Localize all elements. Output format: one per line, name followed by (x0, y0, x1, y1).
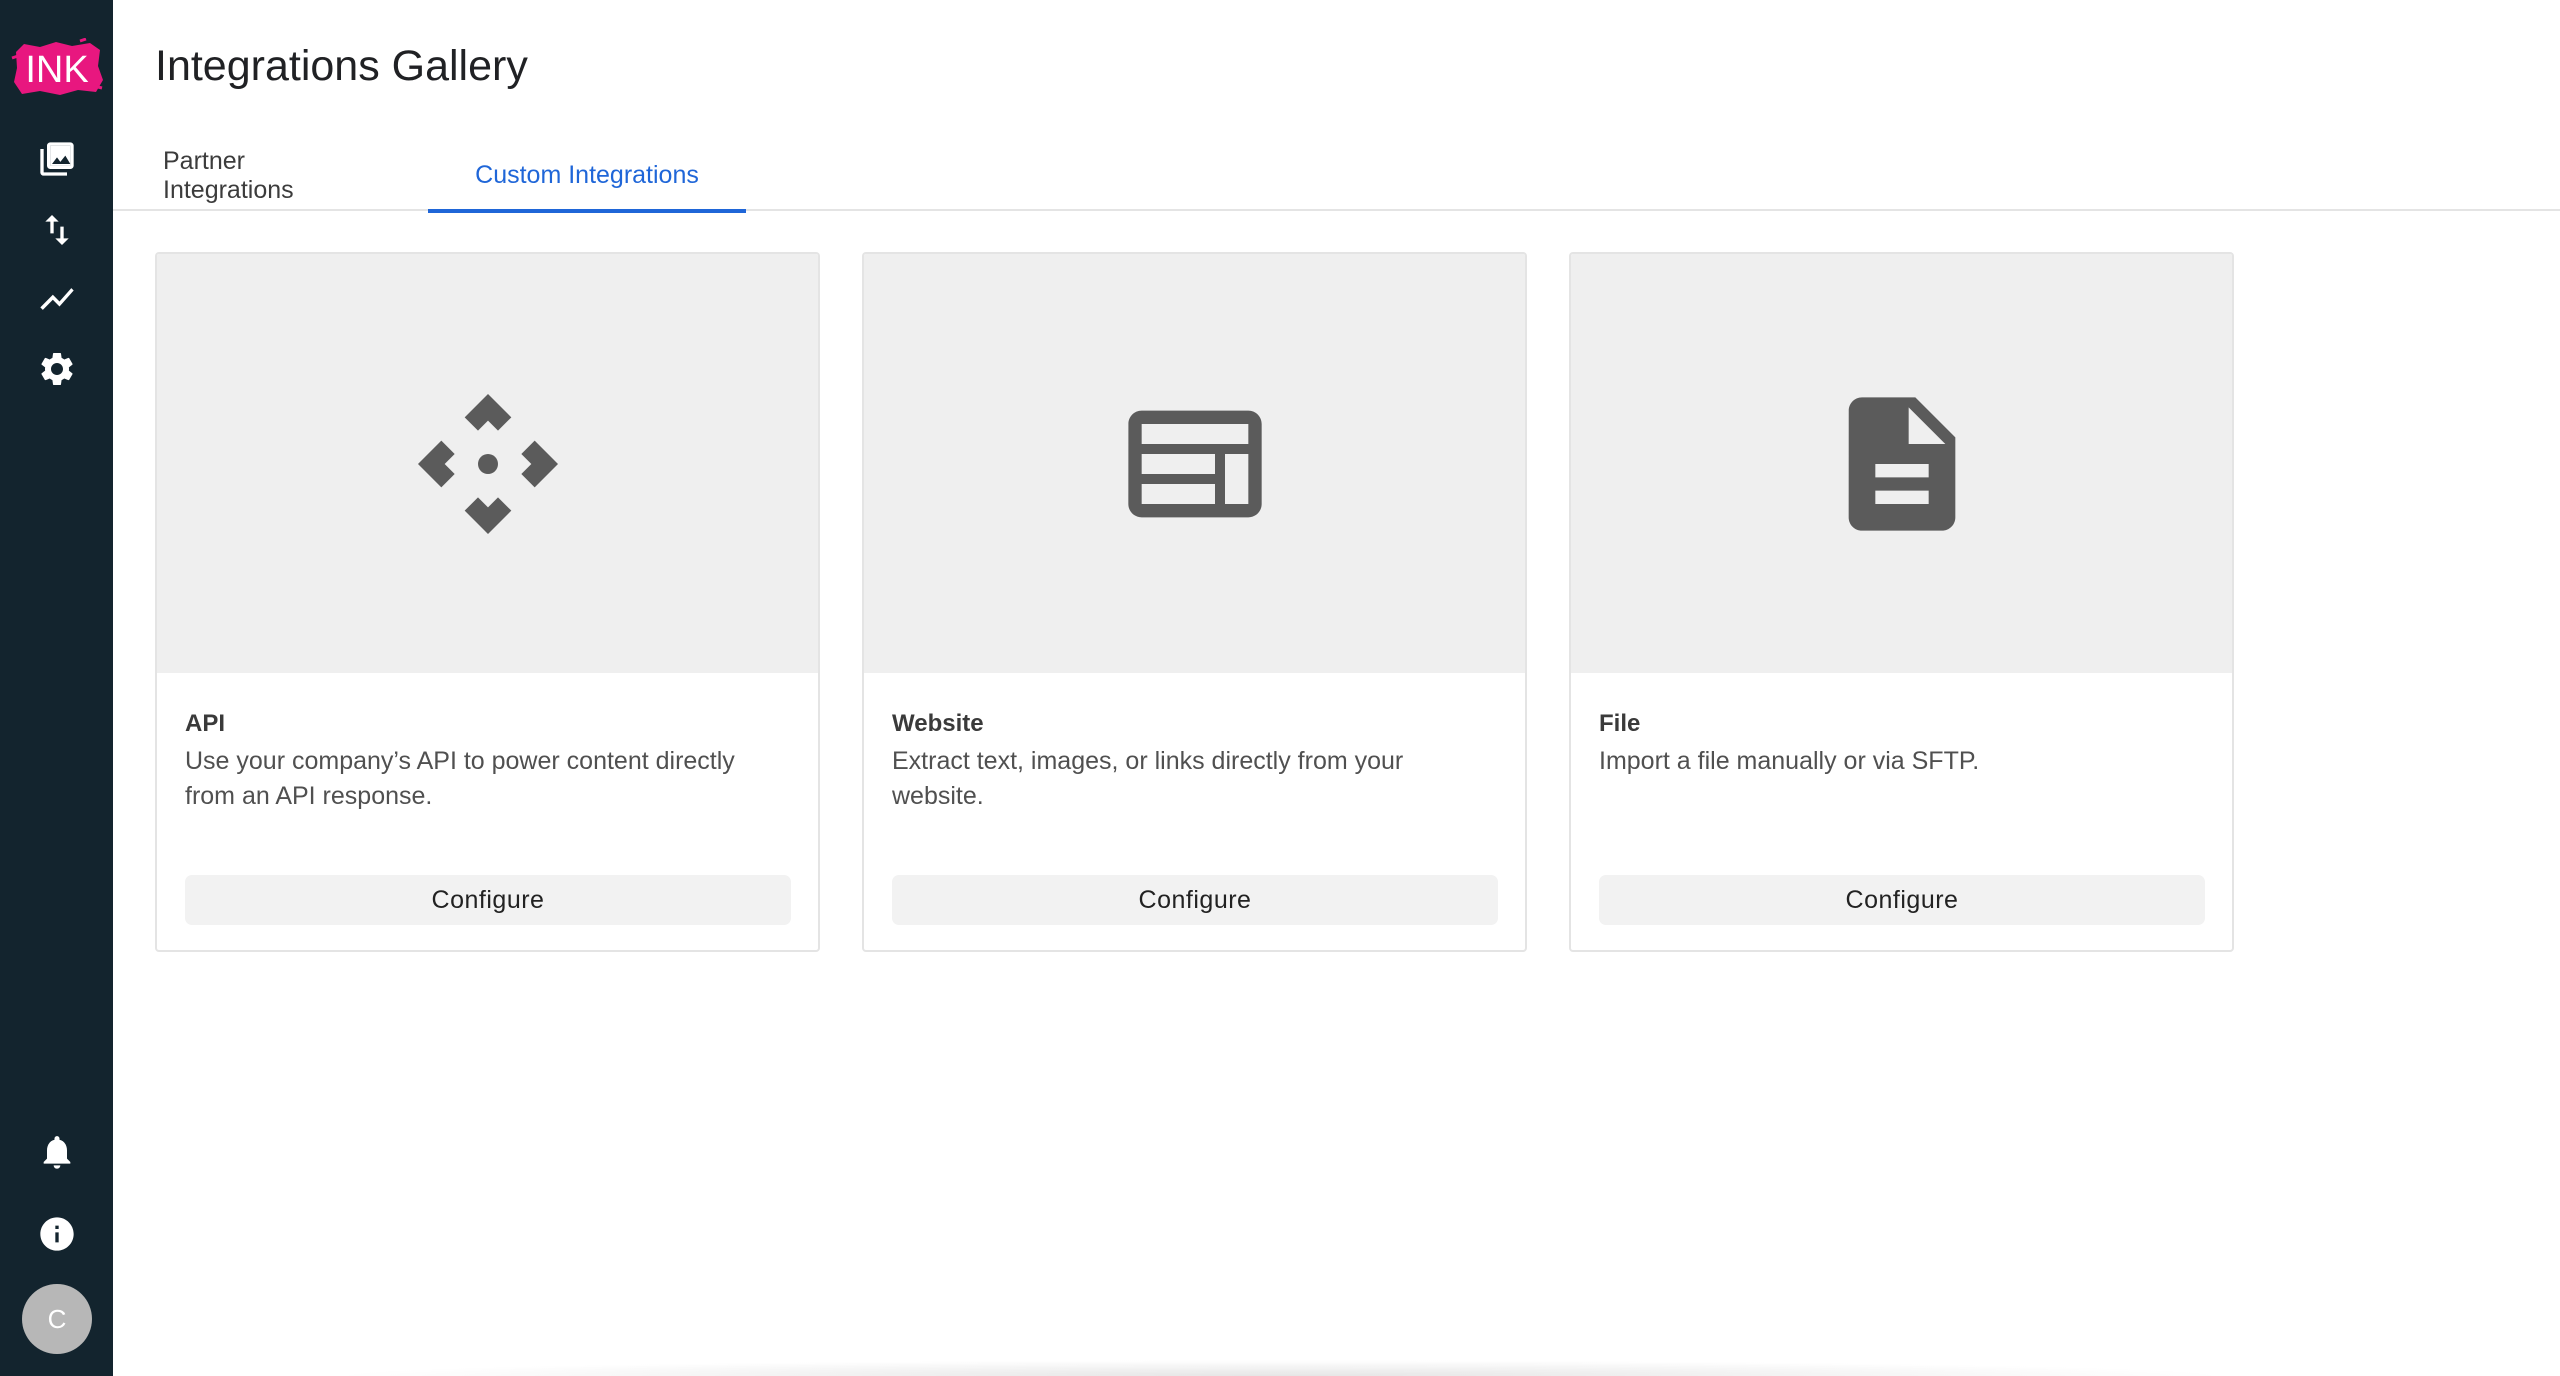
file-icon (1848, 396, 1955, 531)
card-media (1571, 254, 2232, 673)
integration-card-file: File Import a file manually or via SFTP.… (1569, 252, 2234, 952)
avatar-initial: C (47, 1303, 67, 1334)
ink-logo-mark: INK (11, 37, 103, 95)
card-description: Use your company’s API to power content … (185, 747, 735, 810)
card-title: Website (892, 710, 984, 737)
card-title: File (1599, 710, 1641, 737)
page-title: Integrations Gallery (155, 42, 528, 90)
card-description: Import a file manually or via SFTP. (1599, 747, 1980, 775)
user-avatar[interactable]: C (22, 1284, 92, 1354)
card-media (864, 254, 1525, 673)
configure-file-button[interactable]: Configure (1599, 875, 2205, 925)
gear-icon[interactable] (34, 346, 80, 392)
integration-tabs: Partner Integrations Custom Integrations (113, 140, 2560, 213)
logo-text: INK (25, 49, 88, 91)
configure-website-button[interactable]: Configure (892, 875, 1498, 925)
configure-api-button[interactable]: Configure (185, 875, 791, 925)
info-icon[interactable] (34, 1211, 80, 1257)
arrows-up-down-icon[interactable] (34, 207, 80, 253)
bell-icon[interactable] (34, 1129, 80, 1175)
tab-custom-integrations[interactable]: Custom Integrations (428, 140, 746, 213)
sidebar: INK C (0, 0, 113, 1376)
integration-card-website: Website Extract text, images, or links d… (862, 252, 1527, 952)
card-description: Extract text, images, or links directly … (892, 747, 1404, 810)
ink-logo[interactable]: INK (10, 37, 105, 98)
api-icon (417, 393, 558, 534)
tab-partner-integrations[interactable]: Partner Integrations (163, 140, 361, 211)
bottom-shadow (320, 1360, 2240, 1376)
card-title: API (185, 710, 226, 737)
integration-card-api: API Use your company’s API to power cont… (155, 252, 820, 952)
web-layout-icon (1127, 410, 1262, 517)
trending-line-icon[interactable] (34, 276, 80, 322)
image-gallery-icon[interactable] (34, 136, 80, 182)
card-media (157, 254, 818, 673)
